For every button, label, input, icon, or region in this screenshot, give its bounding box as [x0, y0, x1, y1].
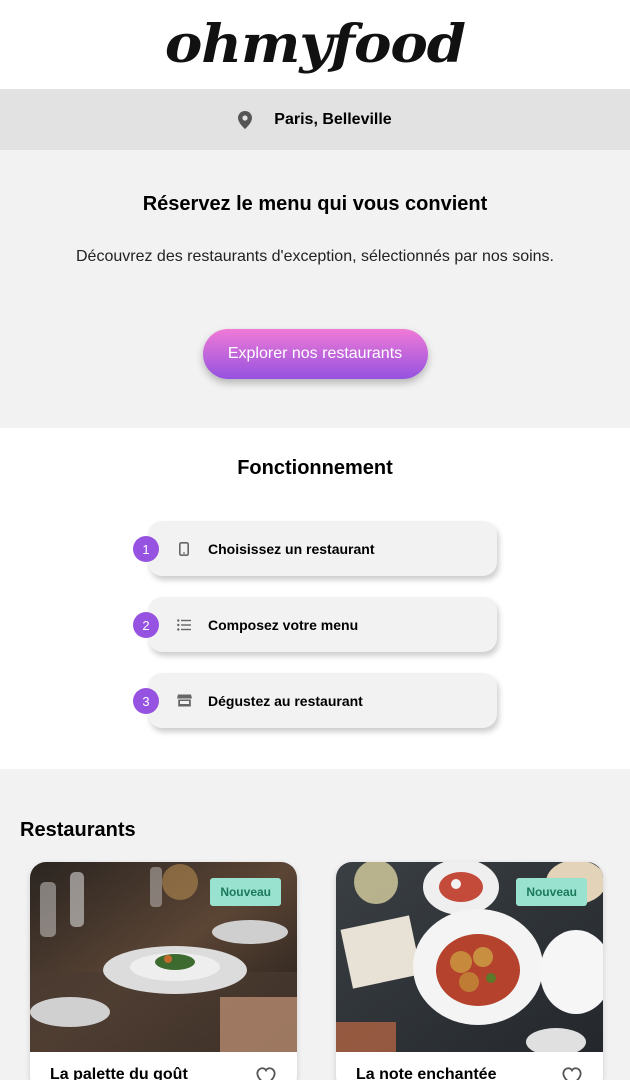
heart-icon[interactable]: [561, 1066, 583, 1080]
restaurants-section: Restaurants Nouveau La palette du goût N…: [0, 769, 630, 1080]
step-number: 3: [133, 688, 159, 714]
map-pin-icon: [238, 110, 253, 129]
new-badge: Nouveau: [210, 878, 281, 906]
step-card: Choisissez un restaurant: [148, 521, 497, 576]
heart-icon[interactable]: [255, 1066, 277, 1080]
hero-title: Réservez le menu qui vous convient: [142, 193, 488, 215]
how-it-works-section: Fonctionnement 1 Choisissez un restauran…: [0, 428, 630, 769]
how-it-works-title: Fonctionnement: [237, 457, 393, 479]
restaurant-card[interactable]: Nouveau La note enchantée: [336, 862, 603, 1080]
restaurant-image: Nouveau: [336, 862, 603, 1052]
mobile-phone-icon: [176, 541, 192, 557]
explore-restaurants-button[interactable]: Explorer nos restaurants: [202, 329, 428, 379]
restaurants-title: Restaurants: [20, 819, 136, 841]
step-item: 3 Dégustez au restaurant: [133, 673, 497, 728]
step-card: Dégustez au restaurant: [148, 673, 497, 728]
restaurant-name: La note enchantée: [356, 1066, 497, 1080]
new-badge: Nouveau: [516, 878, 587, 906]
step-card: Composez votre menu: [148, 597, 497, 652]
restaurant-name: La palette du goût: [50, 1066, 188, 1080]
step-label: Composez votre menu: [208, 616, 359, 633]
restaurant-card[interactable]: Nouveau La palette du goût: [30, 862, 297, 1080]
step-item: 1 Choisissez un restaurant: [133, 521, 497, 576]
restaurant-image: Nouveau: [30, 862, 297, 1052]
restaurant-info: La note enchantée: [336, 1052, 603, 1080]
step-label: Choisissez un restaurant: [208, 540, 375, 557]
store-icon: [176, 693, 192, 709]
location-bar: Paris, Belleville: [0, 89, 630, 150]
hero-section: Réservez le menu qui vous convient Décou…: [0, 150, 630, 428]
site-header: ohmyfood: [0, 0, 630, 89]
location-text: Paris, Belleville: [274, 110, 392, 128]
step-number: 1: [133, 536, 159, 562]
list-icon: [176, 617, 192, 633]
logo[interactable]: ohmyfood: [165, 14, 466, 75]
steps-list: 1 Choisissez un restaurant 2 Composez vo…: [133, 521, 497, 728]
step-number: 2: [133, 612, 159, 638]
step-item: 2 Composez votre menu: [133, 597, 497, 652]
hero-subtitle: Découvrez des restaurants d'exception, s…: [76, 248, 554, 265]
restaurant-cards: Nouveau La palette du goût Nouveau La no…: [20, 862, 630, 1080]
step-label: Dégustez au restaurant: [208, 692, 363, 709]
restaurant-info: La palette du goût: [30, 1052, 297, 1080]
